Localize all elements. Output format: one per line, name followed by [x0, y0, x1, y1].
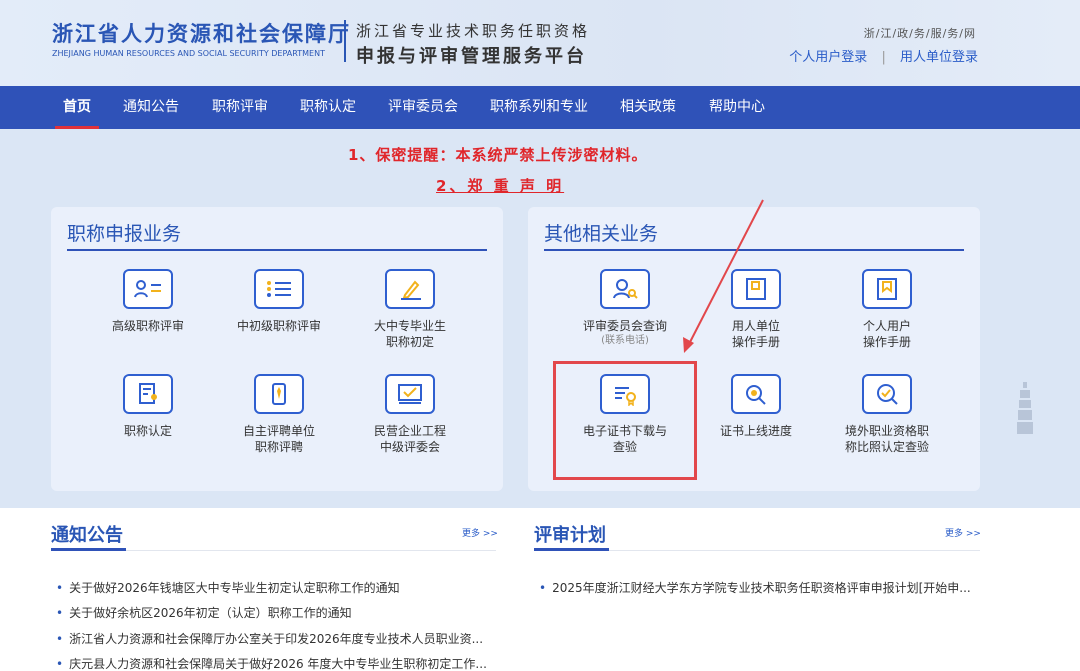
plans-title-underline [534, 548, 609, 551]
main-nav: 首页 通知公告 职称评审 职称认定 评审委员会 职称系列和专业 相关政策 帮助中… [0, 86, 1080, 129]
service-private-enterprise-committee[interactable]: 民营企业工程 中级评委会 [345, 374, 475, 455]
magnifier-icon [731, 374, 781, 414]
solemn-statement-link[interactable]: 2、郑 重 声 明 [436, 175, 564, 196]
bookmark-icon [862, 269, 912, 309]
site-header: 浙江省人力资源和社会保障厅 ZHEJIANG HUMAN RESOURCES A… [0, 0, 1080, 86]
panel-title-underline [544, 249, 964, 251]
service-label: 大中专毕业生 职称初定 [373, 319, 446, 349]
nav-home[interactable]: 首页 [55, 86, 99, 129]
service-senior-review[interactable]: 高级职称评审 [83, 269, 213, 334]
plan-item[interactable]: 2025年度浙江财经大学东方学院专业技术职务任职资格评审申报计划[开始申... [539, 579, 980, 596]
contact-phone-note[interactable]: (联系电话) [560, 334, 690, 348]
service-unit-manual[interactable]: 用人单位 操作手册 [691, 269, 821, 350]
panel-title: 职称申报业务 [67, 223, 182, 245]
plans-more-link[interactable]: 更多 >> [945, 526, 981, 539]
user-search-icon [600, 269, 650, 309]
service-cert-progress[interactable]: 证书上线进度 [691, 374, 821, 439]
panel-title-underline [67, 249, 487, 251]
service-mid-junior-review[interactable]: 中初级职称评审 [214, 269, 344, 334]
id-card-icon [123, 269, 173, 309]
notice-item[interactable]: 庆元县人力资源和社会保障局关于做好2026 年度大中专毕业生职称初定工作... [56, 655, 501, 671]
notice-item[interactable]: 关于做好2026年钱塘区大中专毕业生初定认定职称工作的通知 [56, 579, 501, 596]
zj-gov-service-link[interactable]: 浙/江/政/务/服/务/网 [864, 25, 976, 41]
confidential-notice: 1、保密提醒：本系统严禁上传涉密材料。 [348, 146, 648, 164]
nav-review-committee[interactable]: 评审委员会 [388, 86, 458, 129]
book-icon [731, 269, 781, 309]
service-label: 高级职称评审 [111, 319, 184, 333]
tie-icon [254, 374, 304, 414]
org-name-cn[interactable]: 浙江省人力资源和社会保障厅 [52, 18, 351, 48]
unit-login-link[interactable]: 用人单位登录 [900, 46, 978, 65]
notices-more-link[interactable]: 更多 >> [462, 526, 498, 539]
notice-item[interactable]: 关于做好余杭区2026年初定（认定）职称工作的通知 [56, 604, 501, 621]
bottom-section: 通知公告 更多 >> 关于做好2026年钱塘区大中专毕业生初定认定职称工作的通知… [0, 508, 1080, 671]
login-links: 个人用户登录 | 用人单位登录 [789, 46, 978, 65]
service-overseas-qualification[interactable]: 境外职业资格职 称比照认定查验 [822, 374, 952, 455]
pagoda-illustration [1017, 382, 1033, 434]
service-label: 民营企业工程 中级评委会 [373, 424, 446, 454]
service-label: 个人用户 操作手册 [862, 319, 911, 349]
personal-login-link[interactable]: 个人用户登录 [789, 46, 867, 65]
plans-section-rule [609, 550, 980, 551]
service-self-review-unit[interactable]: 自主评聘单位 职称评聘 [214, 374, 344, 455]
service-graduate-initial[interactable]: 大中专毕业生 职称初定 [345, 269, 475, 350]
title-application-panel: 职称申报业务 高级职称评审 中初级职称评审 大中专毕业生 职称初定 职称认定 自… [51, 207, 503, 491]
nav-title-review[interactable]: 职称评审 [212, 86, 268, 129]
service-label: 证书上线进度 [719, 424, 792, 438]
service-label: 中初级职称评审 [236, 319, 321, 333]
service-label: 境外职业资格职 称比照认定查验 [844, 424, 929, 454]
platform-subtitle: 浙江省专业技术职务任职资格 [356, 22, 591, 40]
notices-section-title[interactable]: 通知公告 [51, 521, 123, 547]
nav-notices[interactable]: 通知公告 [123, 86, 179, 129]
check-board-icon [385, 374, 435, 414]
list-icon [254, 269, 304, 309]
service-label: 用人单位 操作手册 [731, 319, 780, 349]
header-divider [344, 20, 346, 62]
service-label: 自主评聘单位 职称评聘 [242, 424, 315, 454]
service-title-recognition[interactable]: 职称认定 [83, 374, 213, 439]
nav-series-majors[interactable]: 职称系列和专业 [490, 86, 588, 129]
platform-title: 申报与评审管理服务平台 [356, 46, 587, 67]
org-name-en: ZHEJIANG HUMAN RESOURCES AND SOCIAL SECU… [52, 49, 325, 58]
notice-item[interactable]: 浙江省人力资源和社会保障厅办公室关于印发2026年度专业技术人员职业资... [56, 630, 501, 647]
plans-section-title[interactable]: 评审计划 [534, 521, 606, 547]
document-person-icon [123, 374, 173, 414]
nav-policies[interactable]: 相关政策 [620, 86, 676, 129]
service-personal-manual[interactable]: 个人用户 操作手册 [822, 269, 952, 350]
highlight-box [553, 361, 697, 480]
panel-title: 其他相关业务 [544, 223, 659, 245]
service-committee-query[interactable]: 评审委员会查询 (联系电话) [560, 269, 690, 348]
service-label: 职称认定 [123, 424, 172, 438]
service-label: 评审委员会查询 [582, 319, 667, 333]
nav-help[interactable]: 帮助中心 [709, 86, 765, 129]
edit-icon [385, 269, 435, 309]
search-check-icon [862, 374, 912, 414]
login-separator: | [881, 50, 886, 65]
notices-title-underline [51, 548, 126, 551]
nav-title-recognition[interactable]: 职称认定 [300, 86, 356, 129]
notices-section-rule [126, 550, 496, 551]
